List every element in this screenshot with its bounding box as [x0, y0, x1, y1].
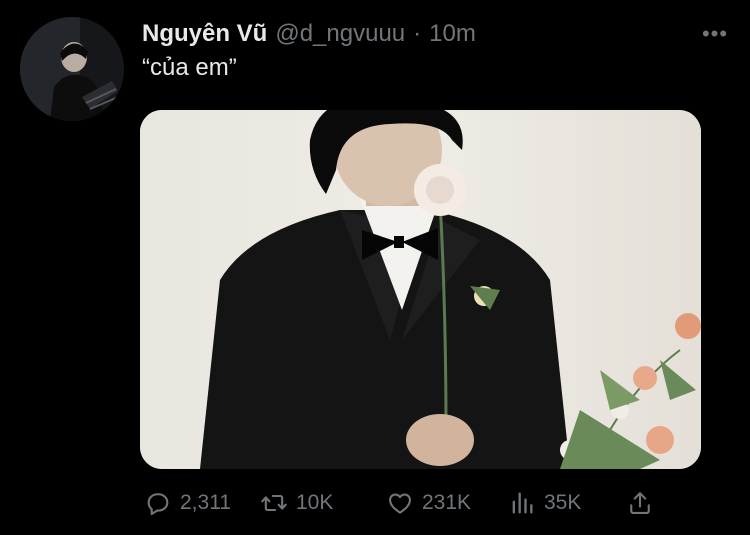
reply-icon: [147, 493, 169, 516]
tweet[interactable]: Nguyên Vũ @d_ngvuuu · 10m ••• “của em” 2…: [0, 0, 750, 535]
tweet-timestamp[interactable]: 10m: [429, 20, 476, 48]
separator-dot: ·: [413, 20, 422, 47]
user-avatar-photo: [20, 17, 124, 121]
views-count: 35K: [544, 491, 582, 514]
retweet-count: 10K: [296, 491, 334, 514]
more-options-icon[interactable]: •••: [698, 18, 732, 50]
share-button[interactable]: [626, 484, 654, 522]
views-icon: [512, 492, 533, 514]
reply-count: 2,311: [180, 491, 231, 514]
tweet-actions: 2,311 10K 231K 35K: [140, 484, 660, 522]
retweet-button[interactable]: 10K: [260, 484, 333, 522]
tweet-header: Nguyên Vũ @d_ngvuuu · 10m •••: [142, 18, 732, 50]
avatar[interactable]: [20, 17, 124, 121]
photo-image: [140, 110, 701, 469]
like-button[interactable]: 231K: [386, 484, 471, 522]
views-button[interactable]: 35K: [508, 484, 581, 522]
like-count: 231K: [422, 491, 472, 514]
share-icon: [630, 492, 650, 514]
author-display-name[interactable]: Nguyên Vũ: [142, 20, 267, 48]
author-handle[interactable]: @d_ngvuuu: [275, 20, 405, 48]
tweet-photo[interactable]: [140, 110, 701, 469]
tweet-text: “của em”: [142, 54, 237, 81]
heart-icon: [389, 493, 411, 514]
retweet-icon: [261, 494, 287, 512]
reply-button[interactable]: 2,311: [144, 484, 231, 522]
